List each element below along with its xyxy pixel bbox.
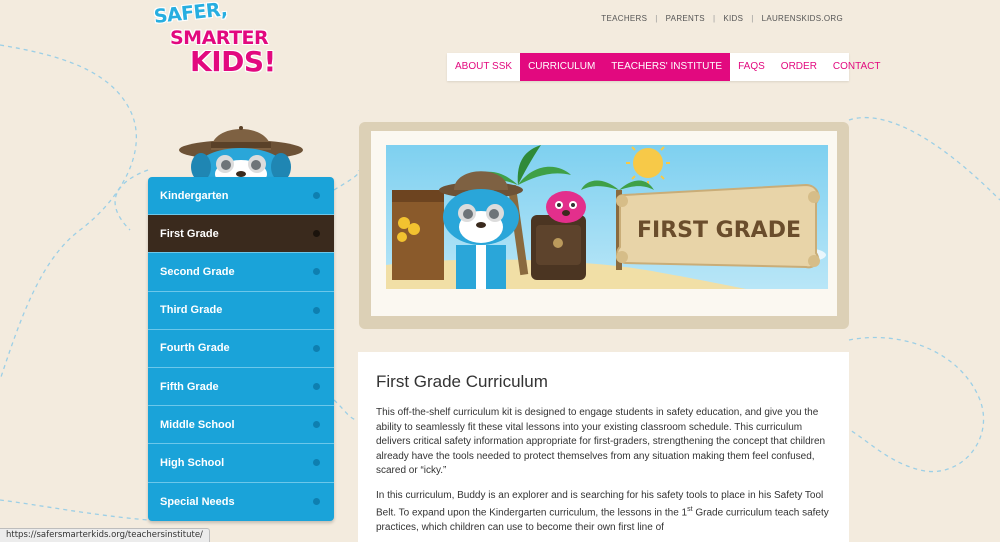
top-link-parents[interactable]: PARENTS [666, 14, 705, 23]
bullet-dot-icon [313, 421, 320, 429]
page-title: First Grade Curriculum [376, 372, 548, 391]
description-paragraph: In this curriculum, Buddy is an explorer… [376, 489, 831, 536]
nav-curriculum[interactable]: CURRICULUM [520, 53, 604, 81]
sidebar-item-third-grade[interactable]: Third Grade [148, 292, 334, 330]
bullet-dot-icon [313, 498, 320, 506]
bullet-dot-icon [313, 192, 320, 200]
bullet-dot-icon [313, 344, 320, 352]
nav-faqs[interactable]: FAQS [730, 53, 773, 81]
sidebar-item-high-school[interactable]: High School [148, 444, 334, 483]
main-navigation: ABOUT SSK CURRICULUM TEACHERS' INSTITUTE… [447, 53, 881, 81]
sidebar-item-label: Special Needs [160, 495, 235, 508]
banner-title: FIRST GRADE [637, 218, 801, 243]
sidebar-item-label: High School [160, 456, 225, 469]
sidebar-item-middle-school[interactable]: Middle School [148, 406, 334, 445]
sidebar-item-fifth-grade[interactable]: Fifth Grade [148, 368, 334, 407]
sidebar-item-first-grade[interactable]: First Grade [148, 215, 334, 254]
nav-teachers-institute[interactable]: TEACHERS' INSTITUTE [603, 53, 731, 81]
bullet-dot-icon [313, 306, 320, 314]
top-link-teachers[interactable]: TEACHERS [601, 14, 647, 23]
curriculum-content-card: First Grade Curriculum This off-the-shel… [358, 352, 849, 542]
separator: | [712, 14, 716, 23]
sidebar-item-second-grade[interactable]: Second Grade [148, 253, 334, 292]
sidebar-item-label: Fourth Grade [160, 342, 230, 355]
nav-about-ssk[interactable]: ABOUT SSK [447, 53, 520, 81]
sidebar-item-label: Kindergarten [160, 189, 229, 202]
safer-smarter-kids-logo[interactable]: SAFER, SMARTER KIDS! [150, 0, 276, 88]
sidebar-item-special-needs[interactable]: Special Needs [148, 483, 334, 521]
separator: | [655, 14, 658, 23]
grade-sidebar-menu: Kindergarten First Grade Second Grade Th… [148, 177, 334, 521]
browser-status-bar-url: https://safersmarterkids.org/teachersins… [0, 528, 210, 542]
nav-order[interactable]: ORDER [773, 53, 825, 81]
sidebar-item-label: Third Grade [160, 304, 223, 317]
logo-text-line3: KIDS! [190, 45, 276, 78]
sidebar-item-fourth-grade[interactable]: Fourth Grade [148, 330, 334, 368]
sidebar-item-label: Fifth Grade [160, 380, 219, 393]
bullet-dot-icon [313, 383, 320, 391]
separator: | [751, 14, 754, 23]
top-link-kids[interactable]: KIDS [723, 14, 743, 23]
top-utility-links: TEACHERS | PARENTS | KIDS | LAURENSKIDS.… [601, 14, 843, 23]
sidebar-item-kindergarten[interactable]: Kindergarten [148, 177, 334, 216]
bullet-dot-icon [313, 268, 320, 276]
bullet-dot-icon [313, 459, 320, 467]
first-grade-banner-illustration: FIRST GRADE [386, 145, 828, 289]
bullet-dot-icon [313, 230, 320, 238]
logo-text-line1: SAFER, [152, 0, 229, 28]
intro-paragraph: This off-the-shelf curriculum kit is des… [376, 407, 826, 476]
top-link-laurenskids[interactable]: LAURENSKIDS.ORG [762, 14, 843, 23]
nav-contact[interactable]: CONTACT [825, 53, 889, 81]
sidebar-item-label: Middle School [160, 418, 235, 431]
sidebar-item-label: First Grade [160, 227, 219, 240]
sidebar-item-label: Second Grade [160, 265, 235, 278]
